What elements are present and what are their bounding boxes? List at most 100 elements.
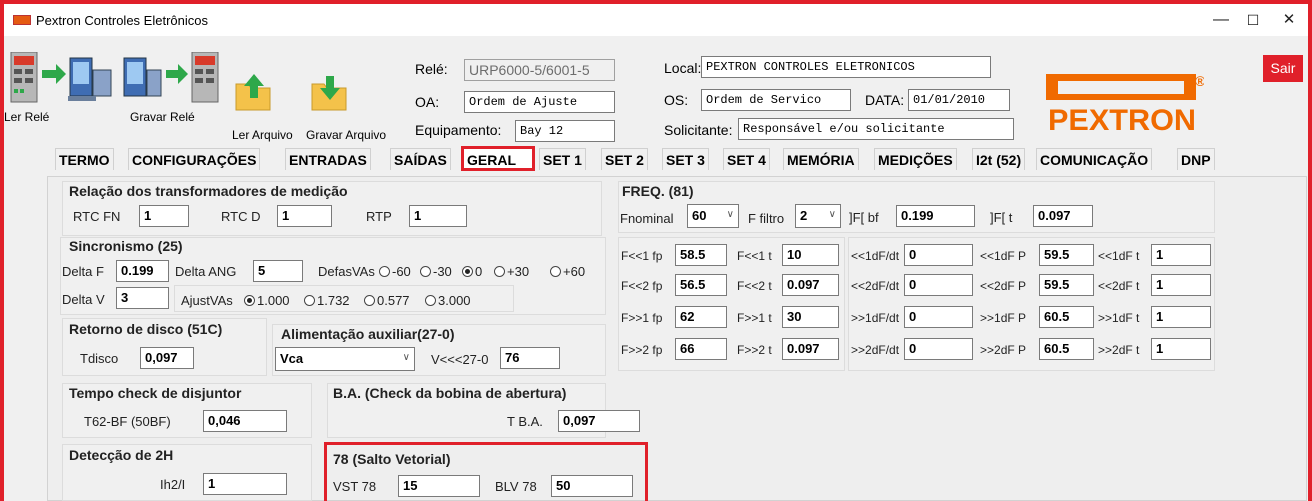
tab-saidas[interactable]: SAÍDAS: [390, 148, 451, 170]
defas-option-plus30[interactable]: +30: [494, 264, 529, 279]
freq-dfp-input[interactable]: 59.5: [1039, 244, 1094, 266]
v27-input[interactable]: 76: [500, 347, 560, 369]
os-field[interactable]: Ordem de Servico: [701, 89, 851, 111]
t62-input[interactable]: 0,046: [203, 410, 287, 432]
exit-button[interactable]: Sair: [1263, 55, 1303, 82]
group-title-sincronismo: Sincronismo (25): [69, 238, 183, 254]
folder-upload-icon: [235, 74, 271, 111]
freq-dfdt-input[interactable]: 0: [904, 306, 973, 328]
fbf-input[interactable]: 0.199: [896, 205, 975, 227]
ffiltro-select[interactable]: 2 ∨: [795, 204, 841, 228]
deltaang-input[interactable]: 5: [253, 260, 303, 282]
freq-dfdt-input[interactable]: 0: [904, 244, 973, 266]
fnominal-select[interactable]: 60 ∨: [687, 204, 739, 228]
oa-field[interactable]: Ordem de Ajuste: [464, 91, 615, 113]
rtcfn-label: RTC FN: [73, 209, 121, 224]
freq-dfp-input[interactable]: 59.5: [1039, 274, 1094, 296]
freq-dfp-input[interactable]: 60.5: [1039, 338, 1094, 360]
freq-fp-input[interactable]: 58.5: [675, 244, 727, 266]
app-icon: [13, 15, 31, 25]
defas-option-plus60[interactable]: +60: [550, 264, 585, 279]
freq-dft-input[interactable]: 1: [1151, 244, 1211, 266]
window-title: Pextron Controles Eletrônicos: [36, 13, 208, 28]
deltav-input[interactable]: 3: [116, 287, 169, 309]
rtp-input[interactable]: 1: [409, 205, 467, 227]
freq-dfdt-input[interactable]: 0: [904, 338, 973, 360]
blv-input[interactable]: 50: [551, 475, 633, 497]
write-relay-button[interactable]: Gravar Relé: [122, 51, 222, 124]
freq-fp-input[interactable]: 66: [675, 338, 727, 360]
pextron-logo-mark: ® PEXTRON: [1046, 73, 1206, 137]
deltaf-input[interactable]: 0.199: [116, 260, 169, 282]
freq-t-input[interactable]: 0.097: [782, 338, 839, 360]
freq-fp-input[interactable]: 62: [675, 306, 727, 328]
tab-set-3[interactable]: SET 3: [662, 148, 709, 170]
equipamento-field[interactable]: Bay 12: [515, 120, 615, 142]
freq-dfdt-label: >>1dF/dt: [851, 311, 900, 325]
tab-set-2[interactable]: SET 2: [601, 148, 648, 170]
freq-dft-input[interactable]: 1: [1151, 338, 1211, 360]
group-title-retorno: Retorno de disco (51C): [69, 321, 223, 337]
tab-set-1[interactable]: SET 1: [539, 148, 586, 170]
freq-fp-label: F<<1 fp: [621, 249, 663, 263]
ajust-option-1732[interactable]: 1.732: [304, 293, 350, 308]
group-title-freq: FREQ. (81): [622, 183, 694, 199]
tab-set-4[interactable]: SET 4: [723, 148, 770, 170]
tab-termo[interactable]: TERMO: [55, 148, 114, 170]
tab-comunicacao[interactable]: COMUNICAÇÃO: [1036, 148, 1153, 170]
read-file-label: Ler Arquivo: [232, 128, 293, 142]
tab-configuracoes[interactable]: CONFIGURAÇÕES: [128, 148, 261, 170]
freq-fp-input[interactable]: 56.5: [675, 274, 727, 296]
freq-dfdt-input[interactable]: 0: [904, 274, 973, 296]
rele-label: Relé:: [415, 61, 448, 77]
local-field[interactable]: PEXTRON CONTROLES ELETRONICOS: [701, 56, 991, 78]
freq-dft-input[interactable]: 1: [1151, 274, 1211, 296]
ajust-option-1000[interactable]: 1.000: [244, 293, 290, 308]
tab-memoria[interactable]: MEMÓRIA: [783, 148, 859, 170]
defas-option-minus30[interactable]: -30: [420, 264, 452, 279]
pc-to-relay-icon: [123, 51, 219, 103]
tab-entradas[interactable]: ENTRADAS: [285, 148, 371, 170]
ft-input[interactable]: 0.097: [1033, 205, 1093, 227]
freq-dft-input[interactable]: 1: [1151, 306, 1211, 328]
ajust-option-0577[interactable]: 0.577: [364, 293, 410, 308]
tab-medicoes[interactable]: MEDIÇÕES: [874, 148, 957, 170]
tab-geral[interactable]: GERAL: [461, 146, 535, 171]
freq-t-input[interactable]: 10: [782, 244, 839, 266]
tdisco-input[interactable]: 0,097: [140, 347, 194, 369]
ffiltro-label: F filtro: [748, 211, 785, 226]
radio-icon: [550, 266, 561, 277]
freq-dfp-input[interactable]: 60.5: [1039, 306, 1094, 328]
tab-dnp[interactable]: DNP: [1177, 148, 1215, 170]
fbf-label: ]F[ bf: [849, 210, 879, 225]
data-field[interactable]: 01/01/2010: [908, 89, 1010, 111]
maximize-button[interactable]: ☐: [1238, 9, 1268, 33]
ajust-label: AjustVAs: [181, 293, 233, 308]
read-file-button[interactable]: [234, 72, 274, 112]
tba-label: T B.A.: [507, 414, 543, 429]
data-label: DATA:: [865, 92, 905, 108]
freq-dft-label: >>2dF t: [1098, 343, 1140, 357]
rtcd-input[interactable]: 1: [277, 205, 332, 227]
ajust-option-3000[interactable]: 3.000: [425, 293, 471, 308]
tba-input[interactable]: 0,097: [558, 410, 640, 432]
radio-icon: [494, 266, 505, 277]
defas-option-0[interactable]: 0: [462, 264, 482, 279]
freq-t-input[interactable]: 30: [782, 306, 839, 328]
alimentacao-select[interactable]: Vca ∨: [275, 347, 415, 371]
freq-t-input[interactable]: 0.097: [782, 274, 839, 296]
read-relay-button[interactable]: Ler Relé: [4, 51, 118, 124]
close-button[interactable]: ✕: [1274, 9, 1304, 33]
ih2-input[interactable]: 1: [203, 473, 287, 495]
tab-i2t[interactable]: I2t (52): [972, 148, 1026, 170]
defas-option-minus60[interactable]: -60: [379, 264, 411, 279]
solicitante-field[interactable]: Responsável e/ou solicitante: [738, 118, 1014, 140]
freq-dfdt-label: <<1dF/dt: [851, 249, 900, 263]
write-file-button[interactable]: [310, 72, 350, 112]
rtcfn-input[interactable]: 1: [139, 205, 189, 227]
write-relay-label: Gravar Relé: [130, 110, 195, 124]
group-title-ba: B.A. (Check da bobina de abertura): [333, 385, 567, 401]
vst-input[interactable]: 15: [398, 475, 480, 497]
minimize-button[interactable]: —: [1206, 9, 1236, 33]
group-title-salto: 78 (Salto Vetorial): [333, 451, 451, 467]
